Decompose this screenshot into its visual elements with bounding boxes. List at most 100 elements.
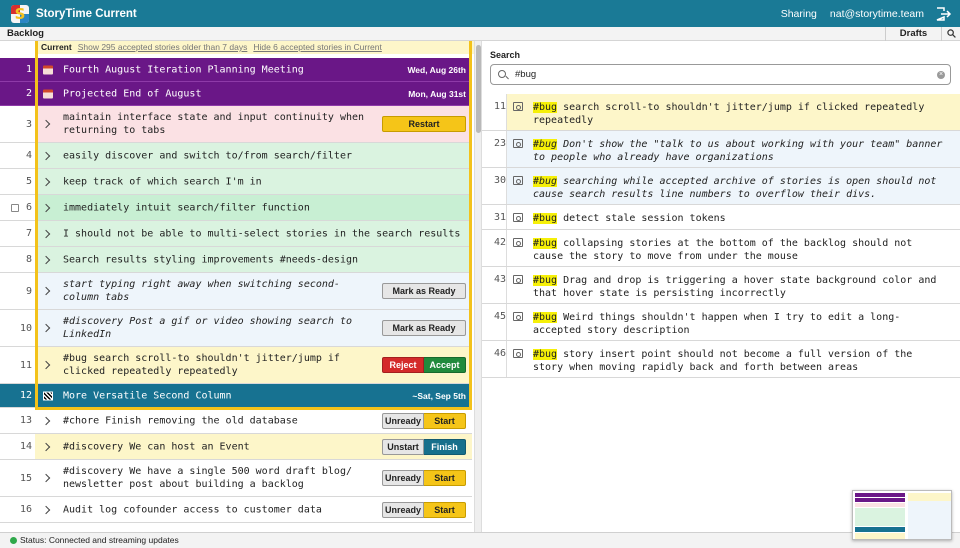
iteration-marker-row[interactable]: 2 Projected End of August Mon, Aug 31st: [0, 82, 472, 106]
expand-chevron-icon[interactable]: [41, 203, 51, 212]
story-row[interactable]: 10 #discovery Post a gif or video showing…: [0, 310, 472, 347]
story-row[interactable]: 14 #discovery We can host an Event Unstart…: [0, 434, 472, 460]
search-result-row[interactable]: 46 #bug story insert point should not bec…: [482, 341, 960, 378]
story-row[interactable]: 3 maintain interface state and input cont…: [0, 106, 472, 143]
story-title: #discovery We can host an Event: [63, 440, 250, 453]
result-number: 45: [482, 304, 507, 340]
release-marker-row[interactable]: 12 More Versatile Second Column ~Sat, Sep …: [0, 384, 472, 408]
story-title-line: returning to tabs: [63, 125, 166, 136]
reject-button[interactable]: Reject: [382, 357, 424, 373]
tab-drafts[interactable]: Drafts: [885, 27, 942, 41]
top-bar: S StoryTime Current Sharing nat@storytim…: [0, 0, 960, 27]
story-row[interactable]: 4 easily discover and switch to/from sear…: [0, 143, 472, 169]
mark-as-ready-button[interactable]: Mark as Ready: [382, 320, 466, 336]
marker-title: Fourth August Iteration Planning Meeting: [63, 64, 304, 75]
story-row[interactable]: 15 #discovery We have a single 500 word d…: [0, 460, 472, 497]
backlog-panel: 1 Fourth August Iteration Planning Meetin…: [0, 41, 474, 532]
story-row[interactable]: 9 start typing right away when switching …: [0, 273, 472, 310]
iteration-marker-row[interactable]: 1 Fourth August Iteration Planning Meetin…: [0, 58, 472, 82]
row-number: 11: [0, 347, 35, 383]
show-older-accepted-link[interactable]: Show 295 accepted stories older than 7 d…: [78, 42, 248, 52]
search-box[interactable]: ×: [490, 64, 951, 85]
logo-letter: S: [14, 4, 26, 23]
search-result-row[interactable]: 11 #bug search scroll-to shouldn't jitter…: [482, 94, 960, 131]
locate-in-backlog-icon[interactable]: [513, 102, 523, 111]
story-select-checkbox[interactable]: [11, 203, 19, 212]
row-number: 7: [0, 221, 35, 246]
restart-button[interactable]: Restart: [382, 116, 466, 132]
search-result-row[interactable]: 31 #bug detect stale session tokens: [482, 205, 960, 230]
marker-title: Projected End of August: [63, 88, 202, 99]
start-button[interactable]: Start: [424, 470, 466, 486]
highlighted-match: #bug: [533, 213, 558, 224]
expand-chevron-icon[interactable]: [41, 151, 51, 160]
status-bar: Status: Connected and streaming updates: [0, 532, 960, 548]
expand-chevron-icon[interactable]: [41, 119, 51, 129]
minimap-preview[interactable]: [852, 490, 952, 540]
account-email[interactable]: nat@storytime.team: [830, 8, 924, 20]
unready-button[interactable]: Unready: [382, 470, 424, 486]
row-number: 15: [0, 460, 35, 496]
locate-in-backlog-icon[interactable]: [513, 312, 523, 321]
expand-chevron-icon[interactable]: [41, 442, 51, 451]
expand-chevron-icon[interactable]: [41, 255, 51, 264]
backlog-scrollbar[interactable]: [474, 41, 482, 532]
hide-accepted-link[interactable]: Hide 6 accepted stories in Current: [253, 42, 382, 52]
mark-as-ready-button[interactable]: Mark as Ready: [382, 283, 466, 299]
sharing-link[interactable]: Sharing: [781, 8, 817, 20]
search-input[interactable]: [515, 67, 935, 82]
locate-in-backlog-icon[interactable]: [513, 238, 523, 247]
story-title-line: clicked repeatedly repeatedly: [63, 366, 238, 377]
expand-chevron-icon[interactable]: [41, 416, 51, 425]
search-result-row[interactable]: 42 #bug collapsing stories at the bottom …: [482, 230, 960, 267]
highlighted-match: #bug: [533, 102, 558, 113]
locate-in-backlog-icon[interactable]: [513, 176, 523, 185]
result-number: 31: [482, 205, 507, 229]
scrollbar-thumb[interactable]: [476, 45, 481, 133]
story-title: I should not be able to multi-select sto…: [63, 227, 460, 240]
finish-button[interactable]: Finish: [424, 438, 466, 455]
accept-button[interactable]: Accept: [424, 357, 466, 373]
search-result-row[interactable]: 43 #bug Drag and drop is triggering a hov…: [482, 267, 960, 304]
search-result-row[interactable]: 23 #bug Don't show the "talk to us about …: [482, 131, 960, 168]
expand-chevron-icon[interactable]: [41, 360, 51, 370]
unready-button[interactable]: Unready: [382, 501, 424, 518]
tab-search[interactable]: [943, 27, 960, 41]
story-title-line: easily discover and switch to/from searc…: [63, 150, 352, 161]
story-actions: Reject Accept: [382, 357, 466, 373]
locate-in-backlog-icon[interactable]: [513, 349, 523, 358]
story-row[interactable]: 11 #bug search scroll-to shouldn't jitter…: [0, 347, 472, 384]
clear-search-icon[interactable]: ×: [937, 71, 945, 79]
locate-in-backlog-icon[interactable]: [513, 139, 523, 148]
expand-chevron-icon[interactable]: [41, 229, 51, 238]
search-result-row[interactable]: 45 #bug Weird things shouldn't happen whe…: [482, 304, 960, 341]
story-row[interactable]: 16 Audit log cofounder access to customer…: [0, 497, 472, 523]
calendar-icon: [43, 65, 53, 74]
app-logo[interactable]: S: [11, 4, 29, 23]
expand-chevron-icon[interactable]: [41, 177, 51, 186]
marker-date: Mon, Aug 31st: [408, 88, 466, 99]
story-row[interactable]: 5 keep track of which search I'm in: [0, 169, 472, 195]
unstart-button[interactable]: Unstart: [382, 438, 424, 455]
story-row[interactable]: 7 I should not be able to multi-select st…: [0, 221, 472, 247]
story-row[interactable]: 8 Search results styling improvements #ne…: [0, 247, 472, 273]
expand-chevron-icon[interactable]: [41, 323, 51, 333]
locate-in-backlog-icon[interactable]: [513, 213, 523, 222]
result-title: #bug Weird things shouldn't happen when …: [533, 311, 943, 337]
expand-chevron-icon[interactable]: [41, 286, 51, 296]
unready-button[interactable]: Unready: [382, 412, 424, 429]
start-button[interactable]: Start: [424, 412, 466, 429]
start-button[interactable]: Start: [424, 501, 466, 518]
tab-backlog[interactable]: Backlog: [7, 28, 44, 39]
locate-in-backlog-icon[interactable]: [513, 275, 523, 284]
row-number: 3: [0, 106, 35, 142]
expand-chevron-icon[interactable]: [41, 505, 51, 514]
search-result-row[interactable]: 30 #bug searching while accepted archive …: [482, 168, 960, 205]
story-title-line: column tabs: [63, 292, 130, 303]
story-row[interactable]: 13 #chore Finish removing the old databas…: [0, 408, 472, 434]
row-number: 9: [0, 273, 35, 309]
story-actions: Mark as Ready: [382, 320, 466, 336]
logout-icon[interactable]: [934, 6, 952, 22]
expand-chevron-icon[interactable]: [41, 473, 51, 483]
story-row[interactable]: 6 immediately intuit search/filter functi…: [0, 195, 472, 221]
